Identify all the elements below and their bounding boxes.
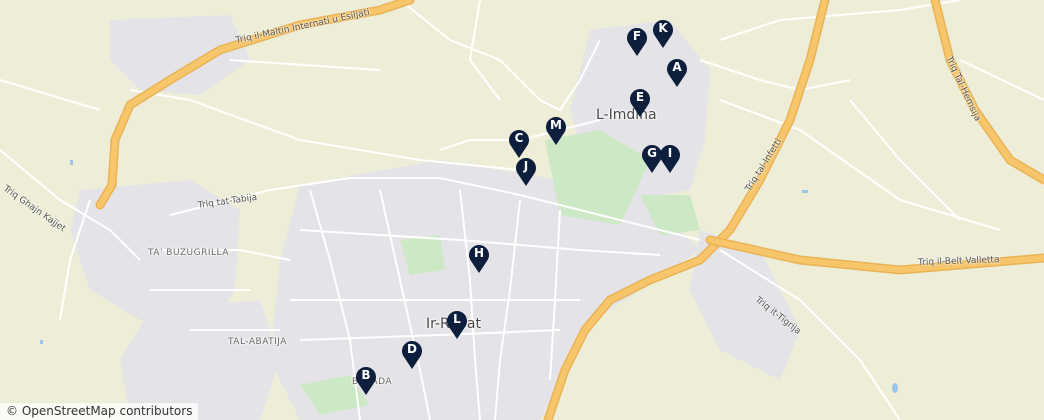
map-marker-i[interactable]: I: [658, 142, 682, 174]
map-marker-m[interactable]: M: [544, 114, 568, 146]
map-marker-h[interactable]: H: [467, 242, 491, 274]
place-label-tal-abatija: TAL-ABATIJA: [228, 337, 287, 347]
map-marker-f[interactable]: F: [625, 25, 649, 57]
map-marker-l[interactable]: L: [445, 308, 469, 340]
map-marker-a[interactable]: A: [665, 56, 689, 88]
map-marker-k[interactable]: K: [651, 17, 675, 49]
map-attribution[interactable]: © OpenStreetMap contributors: [0, 403, 199, 420]
place-label-ta-buzugrilla: TA' BUZUGRILLA: [148, 248, 229, 258]
map-marker-d[interactable]: D: [400, 338, 424, 370]
map-marker-j[interactable]: J: [514, 155, 538, 187]
map-marker-b[interactable]: B: [354, 364, 378, 396]
map-canvas[interactable]: L-Imdina Ir-Rabat TA' BUZUGRILLA TAL-ABA…: [0, 0, 1044, 420]
map-marker-e[interactable]: E: [628, 86, 652, 118]
map-base-layer: [0, 0, 1044, 420]
